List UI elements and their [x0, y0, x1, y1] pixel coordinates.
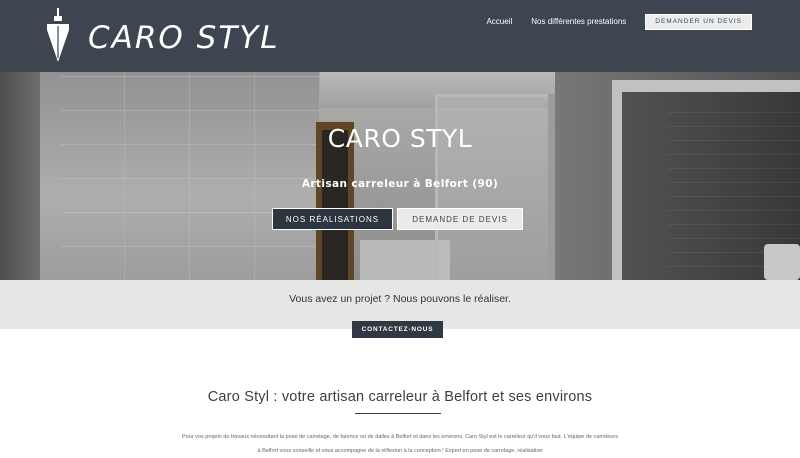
brand-logo-text[interactable]: CARO STYL [88, 18, 279, 58]
demande-devis-button[interactable]: DEMANDE DE DEVIS [397, 208, 523, 230]
nav-link-accueil[interactable]: Accueil [486, 15, 512, 29]
intro-paragraph: Pour vos projets de travaux nécessitant … [182, 434, 618, 454]
hero-overlay [0, 72, 800, 280]
contact-button[interactable]: CONTACTEZ-NOUS [352, 321, 443, 338]
hero-title: CARO STYL [327, 124, 473, 153]
hero-banner: CARO STYL Artisan carreleur à Belfort (9… [0, 72, 800, 280]
hero-subtitle: Artisan carreleur à Belfort (90) [301, 178, 499, 190]
main-navigation: Accueil Nos différentes prestations DEMA… [486, 14, 752, 30]
nav-link-prestations[interactable]: Nos différentes prestations [531, 15, 626, 29]
title-divider [355, 413, 441, 414]
nav-devis-button[interactable]: DEMANDER UN DEVIS [645, 14, 752, 30]
logo-trowel-icon[interactable] [44, 8, 72, 64]
realisations-button[interactable]: NOS RÉALISATIONS [272, 208, 393, 230]
section-title: Caro Styl : votre artisan carreleur à Be… [207, 389, 593, 405]
cta-band-text: Vous avez un projet ? Nous pouvons le ré… [289, 293, 511, 305]
site-header: CARO STYL Accueil Nos différentes presta… [0, 0, 800, 72]
